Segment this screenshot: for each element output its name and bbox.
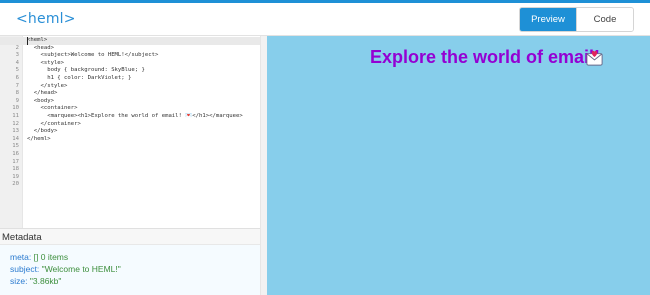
metadata-panel: meta: [] 0 items subject: "Welcome to HE… [0, 245, 260, 295]
metadata-row-meta: meta: [] 0 items [10, 252, 68, 262]
line-number: 12 [12, 120, 19, 127]
code-line[interactable]: </container> [27, 121, 80, 129]
code-line[interactable]: </style> [27, 83, 67, 91]
line-number: 16 [12, 151, 19, 157]
code-line[interactable]: </body> [27, 128, 58, 136]
line-number: 10 [12, 105, 19, 112]
line-number: 6 [15, 75, 19, 81]
metadata-value: [] 0 items [33, 252, 69, 262]
metadata-title: Metadata [2, 232, 42, 243]
code-editor[interactable]: 1234567891011121314151617181920 <heml> <… [0, 36, 260, 228]
text-cursor [27, 37, 28, 45]
love-letter-icon [586, 50, 603, 66]
code-line[interactable]: <body> [27, 98, 54, 106]
metadata-key: size: [10, 276, 28, 286]
code-line[interactable]: body { background: SkyBlue; } [27, 67, 145, 75]
line-number: 8 [15, 90, 19, 97]
line-number: 2 [15, 44, 19, 51]
line-number: 13 [12, 128, 19, 135]
code-line[interactable]: <container> [27, 105, 77, 113]
code-line[interactable]: <head> [27, 45, 54, 53]
line-number: 20 [12, 181, 19, 188]
line-number: 7 [15, 82, 19, 89]
email-preview-pane: Explore the world of email! [267, 36, 650, 295]
line-number: 17 [12, 158, 19, 165]
metadata-key: meta: [10, 252, 32, 262]
metadata-panel-header: Metadata [0, 228, 260, 245]
line-number: 4 [15, 59, 19, 66]
metadata-value: "3.86kb" [29, 276, 62, 286]
line-number: 14 [12, 135, 19, 142]
preview-heading: Explore the world of email! [370, 47, 601, 67]
line-number: 9 [15, 97, 19, 104]
line-number: 3 [15, 52, 19, 59]
view-toggle: Preview Code [519, 7, 634, 32]
pane-divider[interactable] [260, 36, 267, 295]
metadata-row-subject: subject: "Welcome to HEML!" [10, 264, 121, 274]
line-number: 19 [12, 173, 19, 180]
code-line[interactable]: <style> [27, 60, 64, 68]
line-number: 11 [12, 113, 19, 119]
code-line[interactable]: </heml> [27, 136, 51, 144]
metadata-value: "Welcome to HEML!" [41, 264, 121, 274]
code-line[interactable]: h1 { color: DarkViolet; } [27, 75, 131, 83]
line-number: 18 [12, 166, 19, 173]
line-number: 15 [12, 143, 19, 150]
code-line[interactable]: <marquee><h1>Explore the world of email!… [27, 113, 243, 121]
code-line[interactable]: <heml> [27, 37, 47, 45]
line-number-gutter: 1234567891011121314151617181920 [0, 36, 23, 228]
line-number: 5 [15, 67, 19, 74]
app-header: <heml> Preview Code [0, 3, 650, 36]
code-line[interactable]: </head> [27, 90, 58, 98]
code-button[interactable]: Code [576, 8, 633, 31]
app-logo[interactable]: <heml> [16, 11, 76, 27]
metadata-row-size: size: "3.86kb" [10, 276, 61, 286]
code-line[interactable]: <subject>Welcome to HEML!</subject> [27, 52, 158, 60]
metadata-key: subject: [10, 264, 40, 274]
preview-button[interactable]: Preview [520, 8, 576, 31]
